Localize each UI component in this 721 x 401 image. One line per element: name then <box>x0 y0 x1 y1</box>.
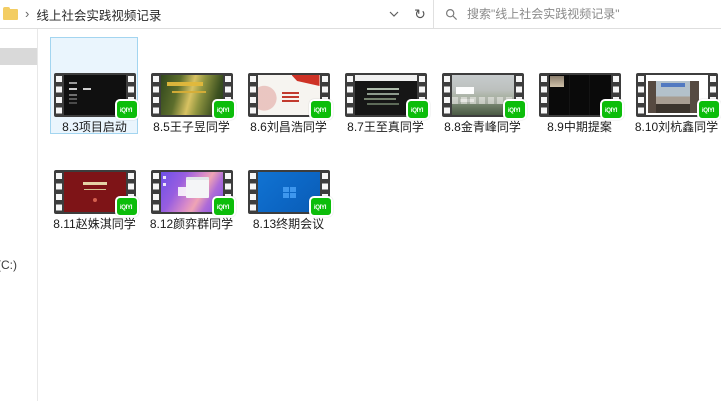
file-item-8-10[interactable]: iQIYI 8.10刘杭鑫同学 <box>628 37 721 134</box>
iqiyi-icon: iQIYI <box>212 196 236 217</box>
file-name: 8.6刘昌浩同学 <box>240 120 337 134</box>
iqiyi-icon: iQIYI <box>115 99 139 120</box>
drive-label[interactable]: (C:) <box>0 258 17 272</box>
iqiyi-icon: iQIYI <box>503 99 527 120</box>
file-item-8-8[interactable]: iQIYI 8.8金青峰同学 <box>434 37 531 134</box>
video-thumbnail: iQIYI <box>636 73 718 117</box>
filmstrip-holes-icon <box>153 76 159 114</box>
video-thumbnail: iQIYI <box>151 73 233 117</box>
filmstrip-holes-icon <box>56 173 62 211</box>
filmstrip-holes-icon <box>250 173 256 211</box>
file-name: 8.5王子昱同学 <box>143 120 240 134</box>
filmstrip-holes-icon <box>153 173 159 211</box>
file-grid: iQIYI 8.3项目启动 iQIYI 8.5王子昱同学 iQIYI <box>46 37 721 231</box>
filmstrip-holes-icon <box>347 76 353 114</box>
video-thumbnail: iQIYI <box>54 170 136 214</box>
video-thumbnail: iQIYI <box>248 73 330 117</box>
video-thumbnail: iQIYI <box>442 73 524 117</box>
iqiyi-icon: iQIYI <box>406 99 430 120</box>
file-item-8-3[interactable]: iQIYI 8.3项目启动 <box>46 37 143 134</box>
address-bar[interactable]: › 线上社会实践视频记录 ↻ <box>0 0 434 28</box>
search-box[interactable] <box>434 0 721 28</box>
navigation-pane: (C:) <box>0 29 38 401</box>
iqiyi-icon: iQIYI <box>115 196 139 217</box>
address-dropdown-button[interactable] <box>381 0 407 28</box>
file-name: 8.7王至真同学 <box>337 120 434 134</box>
file-item-8-12[interactable]: iQIYI 8.12颜弈群同学 <box>143 134 240 231</box>
file-item-8-11[interactable]: iQIYI 8.11赵姝淇同学 <box>46 134 143 231</box>
filmstrip-holes-icon <box>250 76 256 114</box>
iqiyi-icon: iQIYI <box>697 99 721 120</box>
search-icon <box>445 8 458 21</box>
file-item-8-13[interactable]: iQIYI 8.13终期会议 <box>240 134 337 231</box>
file-item-8-5[interactable]: iQIYI 8.5王子昱同学 <box>143 37 240 134</box>
iqiyi-icon: iQIYI <box>309 99 333 120</box>
file-item-8-9[interactable]: iQIYI 8.9中期提案 <box>531 37 628 134</box>
explorer-toolbar: › 线上社会实践视频记录 ↻ <box>0 0 721 29</box>
video-thumbnail: iQIYI <box>151 170 233 214</box>
search-input[interactable] <box>467 7 721 21</box>
breadcrumb-path[interactable]: 线上社会实践视频记录 <box>36 5 381 24</box>
file-name: 8.10刘杭鑫同学 <box>628 120 721 134</box>
iqiyi-icon: iQIYI <box>212 99 236 120</box>
filmstrip-holes-icon <box>56 76 62 114</box>
refresh-button[interactable]: ↻ <box>407 0 433 28</box>
iqiyi-icon: iQIYI <box>600 99 624 120</box>
file-name: 8.13终期会议 <box>240 217 337 231</box>
file-name: 8.11赵姝淇同学 <box>46 217 143 231</box>
folder-icon <box>3 9 18 20</box>
filmstrip-holes-icon <box>541 76 547 114</box>
filmstrip-holes-icon <box>444 76 450 114</box>
chevron-down-icon <box>389 11 399 17</box>
filmstrip-holes-icon <box>638 76 644 114</box>
video-thumbnail: iQIYI <box>345 73 427 117</box>
file-name: 8.12颜弈群同学 <box>143 217 240 231</box>
video-thumbnail: iQIYI <box>54 73 136 117</box>
breadcrumb-chevron-icon: › <box>25 6 29 21</box>
refresh-icon: ↻ <box>414 7 426 21</box>
file-item-8-6[interactable]: iQIYI 8.6刘昌浩同学 <box>240 37 337 134</box>
file-item-8-7[interactable]: iQIYI 8.7王至真同学 <box>337 37 434 134</box>
iqiyi-icon: iQIYI <box>309 196 333 217</box>
file-name: 8.9中期提案 <box>531 120 628 134</box>
file-name: 8.8金青峰同学 <box>434 120 531 134</box>
video-thumbnail: iQIYI <box>539 73 621 117</box>
nav-selected-item[interactable] <box>0 48 37 65</box>
file-name: 8.3项目启动 <box>46 120 143 134</box>
video-thumbnail: iQIYI <box>248 170 330 214</box>
